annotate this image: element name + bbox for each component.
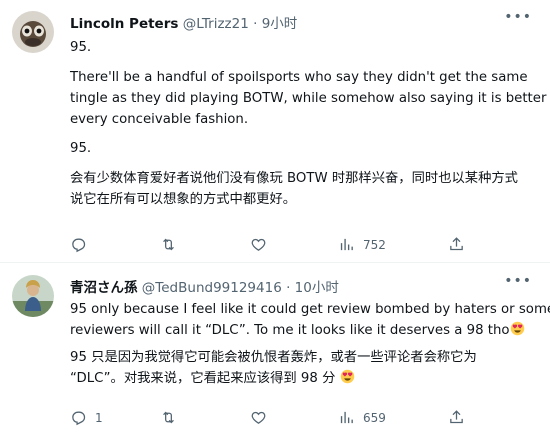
view-count: 659 [363, 410, 386, 425]
heart-eyes-emoji [340, 369, 354, 384]
tweet-text-line: “DLC”。对我来说，它看起来应该得到 98 分 [70, 368, 355, 389]
timestamp[interactable]: 9小时 [262, 16, 298, 32]
tweet-text-line: 95 只是因为我觉得它可能会被仇恨者轰炸，或者一些评论者会称它为 [70, 350, 477, 365]
reply-icon [72, 238, 86, 253]
tweet-actions: 752 [70, 236, 470, 256]
separator: · [253, 16, 258, 32]
tweet-2[interactable]: 青沼さん孫 @TedBund99129416 · 10小时 ••• 95 onl… [0, 263, 550, 434]
reply-icon [72, 411, 86, 426]
avatar[interactable] [12, 11, 54, 53]
retweet-icon [163, 411, 174, 424]
views-icon [340, 411, 353, 424]
views-icon [340, 238, 353, 251]
more-icon[interactable]: ••• [504, 9, 532, 25]
tweet-text-span: reviewers will call it “DLC”. To me it l… [70, 323, 510, 338]
tweet-text-line: tingle as they did playing BOTW, while s… [70, 91, 550, 106]
tweet-text-line: every conceivable fashion. [70, 112, 249, 127]
retweet-icon [163, 238, 174, 251]
share-icon [450, 237, 463, 251]
share-button[interactable] [448, 236, 465, 253]
tweet-1[interactable]: Lincoln Peters @LTrizz21 · 9小时 ••• 95. T… [0, 0, 550, 262]
view-count: 752 [363, 237, 386, 252]
heart-eyes-emoji [510, 321, 524, 336]
display-name[interactable]: 青沼さん孫 [70, 280, 138, 296]
display-name[interactable]: Lincoln Peters [70, 16, 178, 32]
reply-button[interactable]: 1 [70, 409, 103, 426]
tweet-text-line: 95. [70, 141, 92, 156]
reply-count: 1 [95, 410, 103, 425]
tweet-text-span: “DLC”。对我来说，它看起来应该得到 98 分 [70, 371, 336, 386]
retweet-button[interactable] [160, 236, 185, 253]
views-button[interactable]: 659 [338, 409, 386, 426]
like-button[interactable] [250, 409, 275, 426]
heart-icon [251, 238, 266, 251]
tweet-text-line: 说它在所有可以想象的方式中都更好。 [70, 192, 297, 207]
tweet-text-line: reviewers will call it “DLC”. To me it l… [70, 320, 525, 341]
reply-button[interactable] [70, 236, 95, 253]
avatar[interactable] [12, 275, 54, 317]
timestamp[interactable]: 10小时 [295, 280, 339, 296]
share-button[interactable] [448, 409, 465, 426]
tweet-text-line: 会有少数体育爱好者说他们没有像玩 BOTW 时那样兴奋，同时也以某种方式 [70, 171, 518, 186]
tweet-actions: 1 659 [70, 409, 470, 429]
tweet-header: Lincoln Peters @LTrizz21 · 9小时 [70, 12, 297, 32]
tweet-text-line: 95 only because I feel like it could get… [70, 302, 550, 317]
user-handle[interactable]: @LTrizz21 [183, 16, 249, 32]
like-button[interactable] [250, 236, 275, 253]
user-handle[interactable]: @TedBund99129416 [142, 280, 282, 296]
tweet-header: 青沼さん孫 @TedBund99129416 · 10小时 [70, 276, 339, 296]
tweet-text-line: There'll be a handful of spoilsports who… [70, 70, 528, 85]
separator: · [286, 280, 291, 296]
heart-icon [251, 411, 266, 424]
more-icon[interactable]: ••• [504, 273, 532, 289]
tweet-text-line: 95. [70, 40, 92, 55]
share-icon [450, 410, 463, 424]
views-button[interactable]: 752 [338, 236, 386, 253]
retweet-button[interactable] [160, 409, 185, 426]
